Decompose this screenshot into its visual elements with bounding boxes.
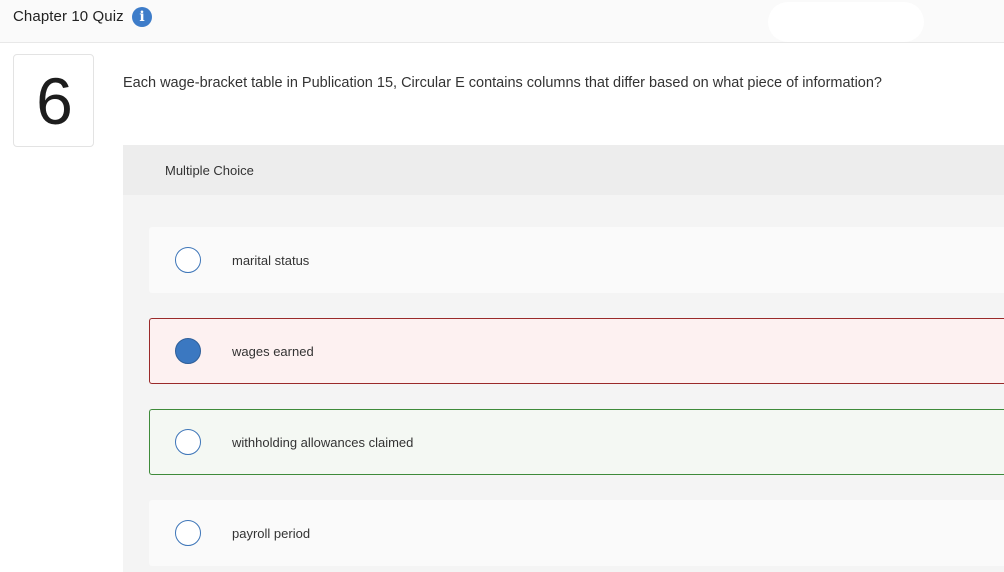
choice-text: marital status	[232, 253, 310, 268]
multiple-choice-label: Multiple Choice	[165, 163, 254, 178]
choice-option-1[interactable]: marital status	[149, 227, 1004, 293]
question-number-box: 6	[13, 54, 94, 147]
header-blank-area	[768, 2, 924, 42]
multiple-choice-header: Multiple Choice	[123, 145, 1004, 195]
choice-text: wages earned	[232, 344, 314, 359]
choice-option-2[interactable]: wages earned	[149, 318, 1004, 384]
choice-option-4[interactable]: payroll period	[149, 500, 1004, 566]
info-icon[interactable]: i	[132, 7, 152, 27]
radio-button[interactable]	[175, 520, 201, 546]
choice-option-3[interactable]: withholding allowances claimed	[149, 409, 1004, 475]
question-text: Each wage-bracket table in Publication 1…	[123, 75, 882, 91]
choice-text: payroll period	[232, 526, 311, 541]
quiz-title: Chapter 10 Quiz	[13, 8, 124, 25]
quiz-header: Chapter 10 Quiz i	[0, 0, 1004, 43]
question-number: 6	[36, 64, 73, 138]
choice-text: withholding allowances claimed	[232, 435, 414, 450]
radio-button[interactable]	[175, 247, 201, 273]
radio-button-selected[interactable]	[175, 338, 201, 364]
radio-button[interactable]	[175, 429, 201, 455]
